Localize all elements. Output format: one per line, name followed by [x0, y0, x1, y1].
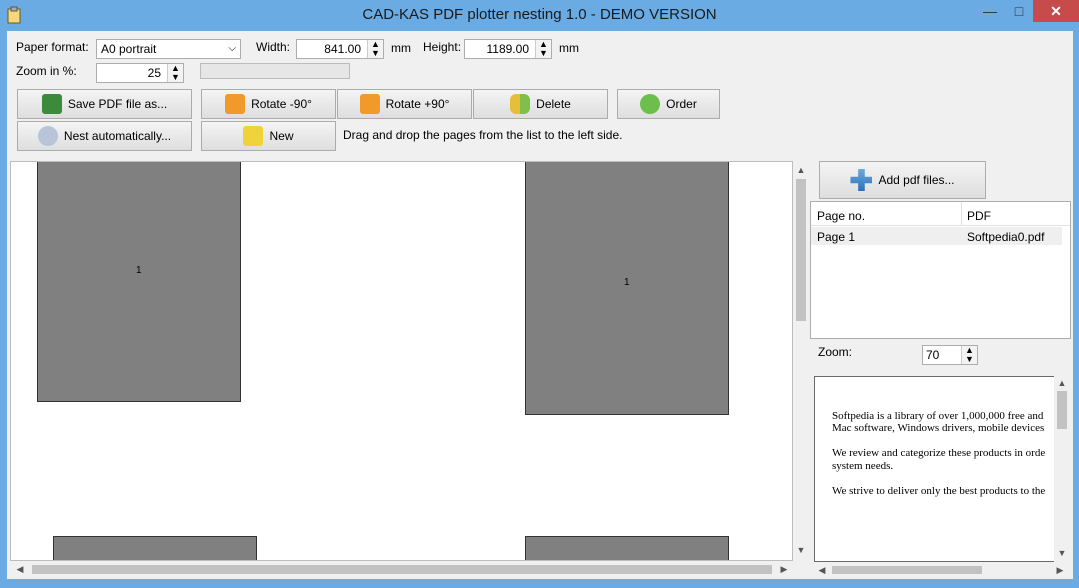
- canvas-horizontal-scrollbar[interactable]: ◀ ▶: [10, 561, 793, 578]
- scroll-up-icon[interactable]: ▲: [793, 165, 809, 175]
- scroll-thumb[interactable]: [1057, 391, 1067, 429]
- rotate-ccw-icon: [225, 94, 246, 114]
- height-spin-icon[interactable]: ▲ ▼: [535, 40, 551, 58]
- height-value: 1189.00: [486, 42, 530, 56]
- eraser-icon: [510, 94, 531, 114]
- add-pdf-files-label: Add pdf files...: [878, 173, 955, 187]
- minimize-button[interactable]: —: [975, 0, 1005, 22]
- preview-zoom-label: Zoom:: [818, 345, 853, 359]
- scroll-down-icon[interactable]: ▼: [793, 545, 809, 555]
- scroll-left-icon[interactable]: ◀: [14, 564, 26, 575]
- width-label: Width:: [256, 40, 291, 54]
- scroll-down-icon[interactable]: ▼: [1054, 548, 1070, 558]
- broom-icon: [243, 126, 264, 146]
- preview-line: Mac software, Windows drivers, mobile de…: [832, 422, 1045, 434]
- page-no-cell: Page 1: [817, 230, 856, 244]
- column-header-page-no[interactable]: Page no.: [817, 209, 865, 223]
- preview-line: We review and categorize these products …: [832, 447, 1046, 459]
- height-unit: mm: [559, 41, 579, 55]
- page-number-label: 1: [136, 265, 142, 276]
- preview-zoom-spin-icon[interactable]: ▲ ▼: [961, 346, 977, 364]
- pdf-preview[interactable]: Softpedia is a library of over 1,000,000…: [814, 376, 1068, 562]
- preview-horizontal-scrollbar[interactable]: ◀ ▶: [814, 562, 1070, 578]
- placed-page[interactable]: [53, 536, 257, 560]
- rotate-cw-icon: [359, 94, 380, 114]
- table-row[interactable]: Page 1 Softpedia0.pdf: [811, 227, 1062, 245]
- width-spin-icon[interactable]: ▲ ▼: [367, 40, 383, 58]
- scroll-left-icon[interactable]: ◀: [816, 565, 828, 576]
- save-pdf-button[interactable]: Save PDF file as...: [17, 89, 192, 119]
- width-unit: mm: [391, 41, 411, 55]
- canvas-vertical-scrollbar[interactable]: ▲ ▼: [793, 161, 809, 561]
- save-pdf-label: Save PDF file as...: [67, 97, 168, 111]
- preview-line: system needs.: [832, 460, 894, 472]
- scroll-right-icon[interactable]: ▶: [1054, 565, 1066, 576]
- add-pdf-files-button[interactable]: Add pdf files...: [819, 161, 986, 199]
- scroll-thumb[interactable]: [832, 566, 982, 574]
- height-input[interactable]: 1189.00 ▲ ▼: [464, 39, 552, 59]
- column-divider[interactable]: [961, 202, 962, 226]
- width-input[interactable]: 841.00 ▲ ▼: [296, 39, 384, 59]
- preview-zoom-value: 70: [926, 348, 940, 362]
- window-title: CAD-KAS PDF plotter nesting 1.0 - DEMO V…: [362, 6, 717, 23]
- placed-page[interactable]: 1: [525, 162, 729, 415]
- paper-format-value: A0 portrait: [101, 42, 157, 56]
- zoom-spin-icon[interactable]: ▲ ▼: [167, 64, 183, 82]
- window-frame-bottom: [0, 579, 1079, 588]
- rotate-left-label: Rotate -90°: [251, 97, 312, 111]
- paper-format-select[interactable]: A0 portrait ⌵: [96, 39, 241, 59]
- window-frame-right: [1073, 31, 1079, 588]
- placed-page[interactable]: [525, 536, 729, 560]
- chevron-down-icon: ⌵: [228, 43, 236, 54]
- floppy-disk-icon: [41, 94, 62, 114]
- nest-automatically-button[interactable]: Nest automatically...: [17, 121, 192, 151]
- preview-line: We strive to deliver only the best produ…: [832, 485, 1046, 497]
- delete-label: Delete: [536, 97, 571, 111]
- zoom-input[interactable]: 25 ▲ ▼: [96, 63, 184, 83]
- maximize-button[interactable]: □: [1004, 0, 1034, 22]
- scroll-thumb[interactable]: [796, 179, 806, 321]
- preview-line: Softpedia is a library of over 1,000,000…: [832, 410, 1044, 422]
- order-label: Order: [666, 97, 697, 111]
- order-button[interactable]: Order: [617, 89, 720, 119]
- new-button[interactable]: New: [201, 121, 336, 151]
- close-button[interactable]: ✕: [1033, 0, 1079, 22]
- zoom-value: 25: [147, 66, 161, 80]
- nest-automatically-label: Nest automatically...: [63, 129, 172, 143]
- paper-format-label: Paper format:: [16, 40, 89, 54]
- rotate-right-label: Rotate +90°: [385, 97, 450, 111]
- page-number-label: 1: [624, 277, 630, 288]
- list-header: Page no. PDF: [811, 202, 1070, 226]
- scroll-right-icon[interactable]: ▶: [778, 564, 790, 575]
- pdf-cell: Softpedia0.pdf: [967, 230, 1045, 244]
- progress-bar: [200, 63, 350, 79]
- height-label: Height:: [423, 40, 462, 54]
- new-label: New: [269, 129, 294, 143]
- preview-vertical-scrollbar[interactable]: ▲ ▼: [1054, 376, 1070, 562]
- preview-zoom-input[interactable]: 70 ▲ ▼: [922, 345, 978, 365]
- pages-list[interactable]: Page no. PDF Page 1 Softpedia0.pdf: [810, 201, 1071, 339]
- plus-icon: [850, 169, 873, 191]
- placed-page[interactable]: 1: [37, 162, 241, 402]
- window-frame-left: [0, 31, 7, 588]
- recycle-arrows-icon: [37, 126, 58, 146]
- globe-arrows-icon: [640, 94, 661, 114]
- scroll-up-icon[interactable]: ▲: [1054, 378, 1070, 388]
- zoom-label: Zoom in %:: [16, 64, 77, 78]
- scroll-thumb[interactable]: [32, 565, 772, 574]
- column-header-pdf[interactable]: PDF: [967, 209, 991, 223]
- drag-drop-hint: Drag and drop the pages from the list to…: [343, 128, 623, 142]
- width-value: 841.00: [324, 42, 361, 56]
- rotate-left-button[interactable]: Rotate -90°: [201, 89, 336, 119]
- nesting-canvas[interactable]: 1 1: [10, 161, 793, 561]
- delete-button[interactable]: Delete: [473, 89, 608, 119]
- rotate-right-button[interactable]: Rotate +90°: [337, 89, 472, 119]
